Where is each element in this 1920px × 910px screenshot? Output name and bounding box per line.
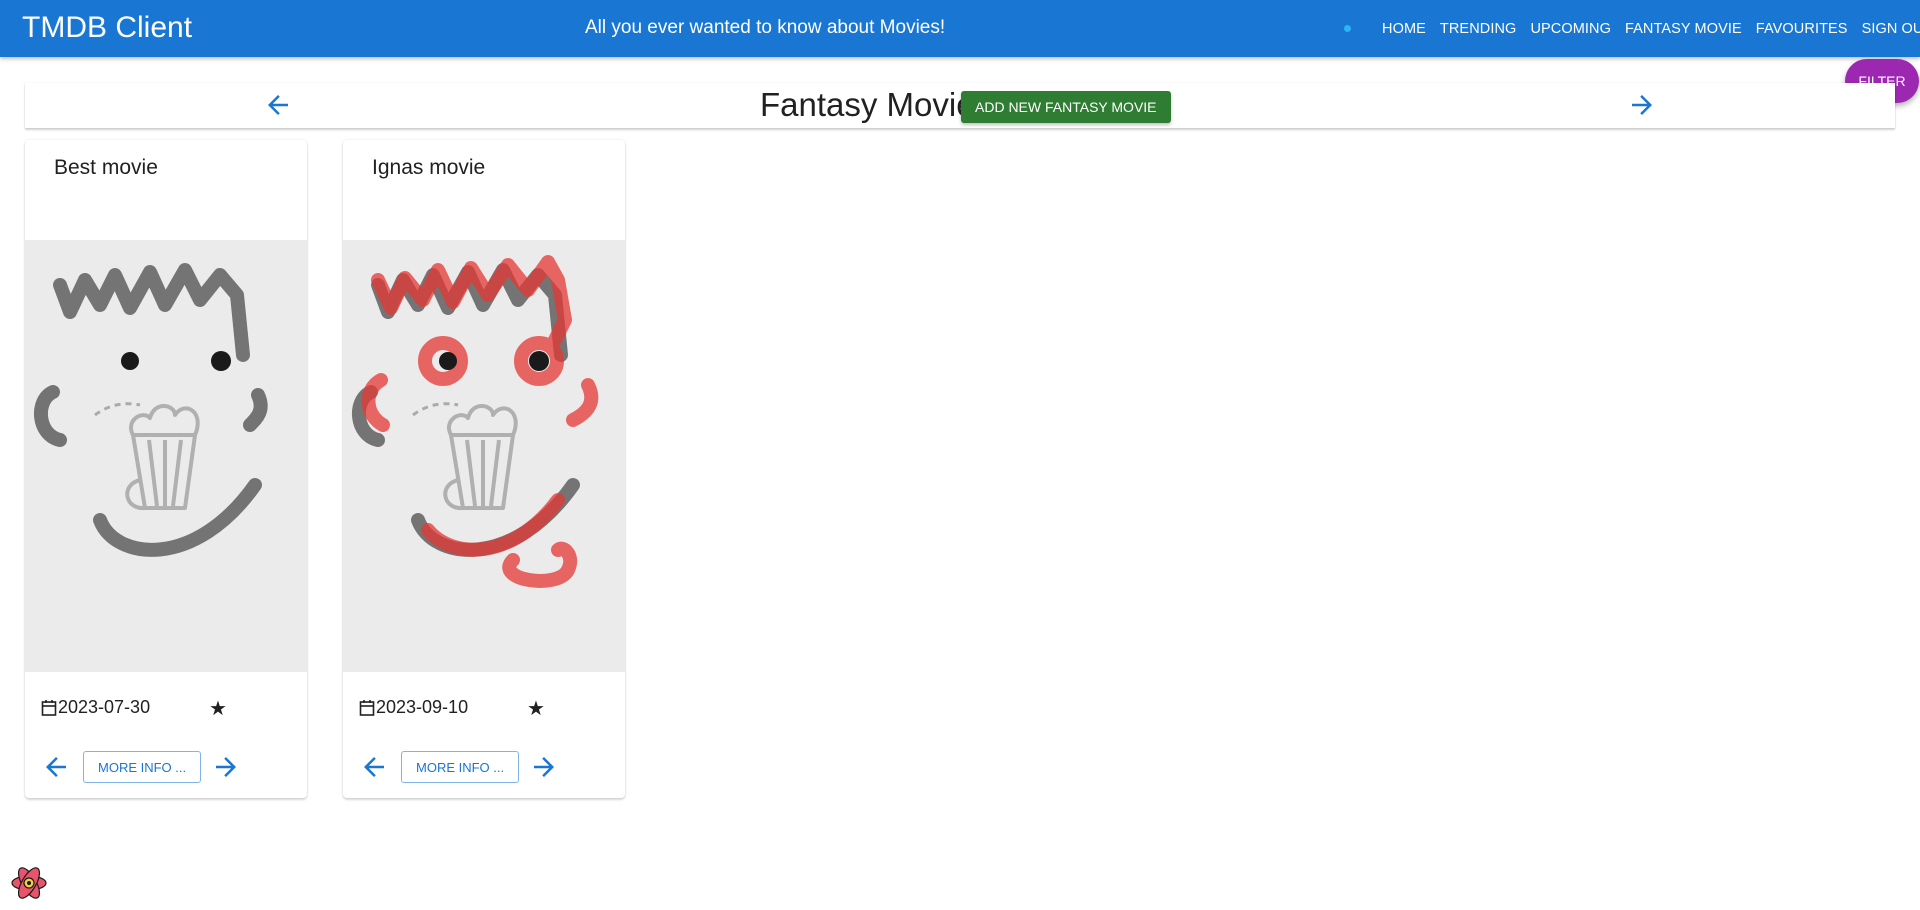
release-date: 2023-07-30: [41, 697, 150, 718]
nav-fantasy-movie[interactable]: FANTASY MOVIE: [1618, 15, 1749, 43]
star-icon: ★: [209, 698, 227, 720]
calendar-icon: [359, 699, 375, 716]
movie-poster: [343, 240, 625, 672]
calendar-icon: [41, 699, 57, 716]
card-actions: MORE INFO ...: [359, 751, 559, 783]
card-actions: MORE INFO ...: [41, 751, 241, 783]
poster-drawing: [33, 263, 268, 557]
release-date-text: 2023-09-10: [376, 697, 469, 717]
nav-home[interactable]: HOME: [1375, 15, 1433, 43]
more-info-button[interactable]: MORE INFO ...: [401, 751, 520, 783]
page-title: Fantasy Movie: [760, 86, 975, 123]
nav-favourites[interactable]: FAVOURITES: [1749, 15, 1855, 43]
arrow-back-icon[interactable]: [41, 752, 71, 782]
nav-sign-out[interactable]: SIGN OUT: [1855, 15, 1920, 43]
arrow-forward-icon[interactable]: [529, 752, 559, 782]
app-bar: TMDB Client All you ever wanted to know …: [0, 0, 1920, 57]
page-header: Fantasy Movie ADD NEW FANTASY MOVIE: [25, 83, 1895, 128]
card-title: Ignas movie: [372, 156, 486, 179]
movie-card: Best movie 2023-07-30 ★ MORE INFO ...: [25, 140, 307, 798]
arrow-forward-icon[interactable]: [1627, 90, 1657, 120]
movie-card: Ignas movie 2023-09-10 ★ MORE INFO ...: [343, 140, 625, 798]
nav-upcoming[interactable]: UPCOMING: [1523, 15, 1618, 43]
star-icon: ★: [527, 698, 545, 720]
arrow-back-icon[interactable]: [263, 90, 293, 120]
arrow-forward-icon[interactable]: [211, 752, 241, 782]
poster-drawing: [351, 255, 599, 588]
add-fantasy-movie-button[interactable]: ADD NEW FANTASY MOVIE: [961, 91, 1171, 123]
more-info-button[interactable]: MORE INFO ...: [83, 751, 202, 783]
top-nav: HOME TRENDING UPCOMING FANTASY MOVIE FAV…: [1375, 0, 1920, 57]
nav-trending[interactable]: TRENDING: [1433, 15, 1524, 43]
app-brand[interactable]: TMDB Client: [22, 10, 192, 46]
release-date: 2023-09-10: [359, 697, 468, 718]
movie-poster: [25, 240, 307, 672]
arrow-back-icon[interactable]: [359, 752, 389, 782]
loading-indicator: [1344, 25, 1351, 32]
card-title: Best movie: [54, 156, 158, 179]
react-logo-icon[interactable]: [10, 864, 48, 902]
app-tagline: All you ever wanted to know about Movies…: [585, 17, 946, 38]
release-date-text: 2023-07-30: [58, 697, 151, 717]
